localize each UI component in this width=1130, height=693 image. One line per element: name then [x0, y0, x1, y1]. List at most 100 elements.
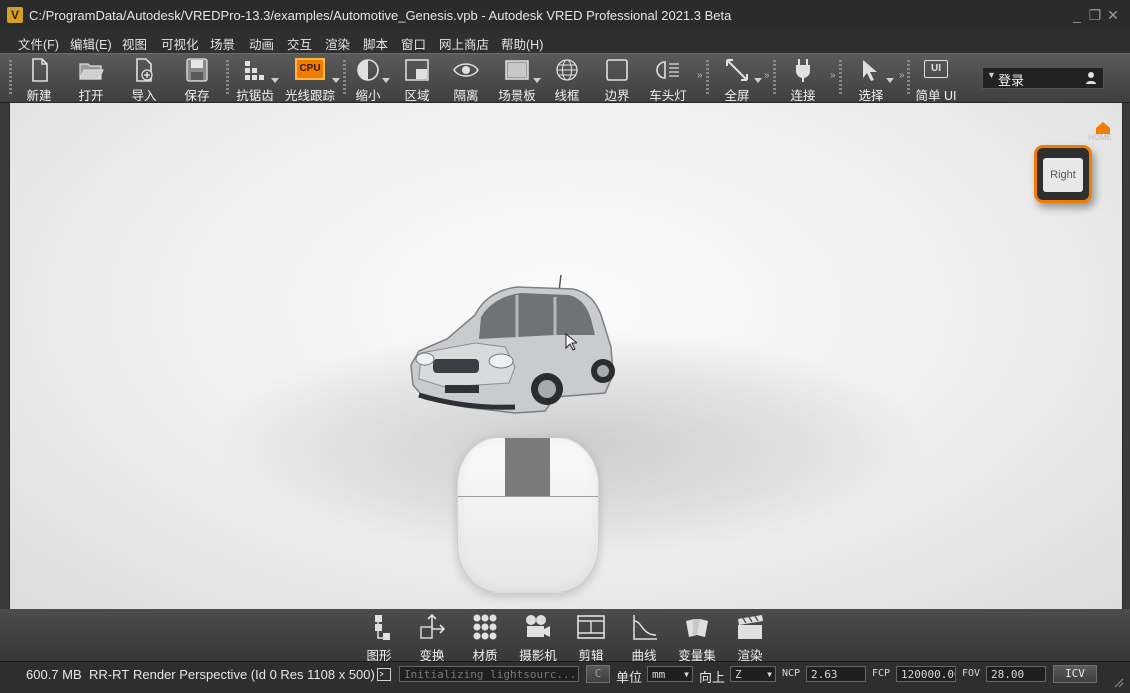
- toolbar-overflow-icon[interactable]: »: [764, 70, 770, 81]
- menu-scene[interactable]: 场景: [210, 34, 235, 53]
- boundary-icon: [606, 59, 628, 81]
- new-file-icon: [32, 58, 48, 82]
- mouse-navigation-hint-icon: [457, 437, 599, 593]
- antialias-button[interactable]: 抗锯齿: [234, 56, 279, 103]
- wireframe-sphere-icon: [556, 59, 578, 81]
- toolbar-grip[interactable]: [839, 60, 842, 94]
- menu-window[interactable]: 窗口: [401, 34, 426, 53]
- eye-icon: [453, 63, 479, 77]
- up-axis-label: 向上: [699, 670, 726, 685]
- sceneplate-icon: [505, 60, 529, 80]
- cpu-chip-icon: CPU: [295, 58, 325, 80]
- window-title: C:/ProgramData/Autodesk/VREDPro-13.3/exa…: [29, 8, 732, 23]
- minimize-button[interactable]: _: [1069, 7, 1085, 23]
- simple-ui-button[interactable]: UI 简单 UI: [914, 56, 958, 103]
- select-button[interactable]: 选择: [848, 56, 894, 103]
- menu-visualization[interactable]: 可视化: [161, 34, 199, 53]
- fov-label: FOV: [962, 668, 981, 679]
- region-button[interactable]: 区域: [396, 56, 438, 103]
- chevron-down-icon[interactable]: [886, 78, 894, 83]
- chevron-down-icon[interactable]: [332, 78, 340, 83]
- menu-edit[interactable]: 编辑(E): [70, 34, 112, 53]
- menu-bar: 文件(F) 编辑(E) 视图 可视化 场景 动画 交互 渲染 脚本 窗口 网上商…: [0, 31, 1130, 53]
- clips-button[interactable]: 剪辑: [569, 611, 613, 663]
- scenegraph-icon: [375, 615, 390, 640]
- materials-button[interactable]: 材质: [463, 611, 507, 663]
- menu-view[interactable]: 视图: [122, 34, 147, 53]
- connect-button[interactable]: 连接: [782, 56, 824, 103]
- curve-graph-icon: [633, 615, 657, 640]
- isolate-button[interactable]: 隔离: [445, 56, 487, 103]
- toolbar-overflow-icon[interactable]: »: [830, 70, 836, 81]
- render-info: Render Perspective (Id 0 Res 1108 x 500): [133, 667, 375, 682]
- save-button[interactable]: 保存: [176, 56, 218, 103]
- import-button[interactable]: 导入: [123, 56, 165, 103]
- boundary-button[interactable]: 边界: [596, 56, 638, 103]
- terminal-icon[interactable]: [377, 668, 391, 681]
- chevron-down-icon[interactable]: [271, 78, 279, 83]
- chevron-down-icon[interactable]: [754, 78, 762, 83]
- up-axis-select[interactable]: Z ▼: [730, 666, 776, 682]
- transform-button[interactable]: 变换: [410, 611, 454, 663]
- new-button[interactable]: 新建: [18, 56, 60, 103]
- login-label: 登录: [998, 73, 1025, 88]
- car-model[interactable]: [405, 275, 625, 437]
- menu-file[interactable]: 文件(F): [18, 34, 59, 53]
- menu-script[interactable]: 脚本: [363, 34, 388, 53]
- resize-grip-icon[interactable]: [1112, 676, 1124, 688]
- headlight-button[interactable]: 车头灯: [645, 56, 691, 103]
- fcp-input[interactable]: 120000.00: [896, 666, 956, 682]
- graph-button[interactable]: 图形: [357, 611, 401, 663]
- open-button[interactable]: 打开: [70, 56, 112, 103]
- toolbar-overflow-icon[interactable]: »: [899, 70, 905, 81]
- unit-select[interactable]: mm ▼: [647, 666, 693, 682]
- restore-button[interactable]: ❐: [1087, 7, 1103, 23]
- c-button[interactable]: C: [586, 665, 610, 683]
- camera-icon: [526, 615, 550, 637]
- ui-icon: UI: [924, 60, 948, 78]
- mouse-button-divider: [458, 496, 598, 497]
- toolbar-grip[interactable]: [343, 60, 346, 94]
- menu-render[interactable]: 渲染: [325, 34, 350, 53]
- wireframe-button[interactable]: 线框: [546, 56, 588, 103]
- home-button[interactable]: HOME: [1088, 121, 1118, 143]
- toolbar-grip[interactable]: [9, 60, 12, 94]
- menu-animation[interactable]: 动画: [249, 34, 274, 53]
- module-toolbar: 图形 变换 材质 摄影机 剪辑 曲线 变量集 渲染: [0, 609, 1130, 663]
- clapperboard-icon: [738, 615, 763, 639]
- home-label: HOME: [1088, 133, 1112, 142]
- render-viewport[interactable]: HOME Right: [9, 102, 1123, 610]
- cube-face-right[interactable]: Right: [1043, 158, 1083, 192]
- fullscreen-button[interactable]: 全屏: [714, 56, 762, 103]
- menu-web-store[interactable]: 网上商店: [439, 34, 489, 53]
- variant-sets-button[interactable]: 变量集: [675, 611, 719, 663]
- save-disk-icon: [186, 58, 208, 82]
- raytracing-button[interactable]: CPU 光线跟踪: [284, 56, 340, 103]
- render-button[interactable]: 渲染: [728, 611, 772, 663]
- menu-interaction[interactable]: 交互: [287, 34, 312, 53]
- toolbar-grip[interactable]: [226, 60, 229, 94]
- chevron-down-icon[interactable]: [533, 78, 541, 83]
- import-file-icon: [136, 58, 153, 82]
- fov-input[interactable]: 28.00: [986, 666, 1046, 682]
- zoom-half-circle-icon: [357, 59, 379, 81]
- toolbar-grip[interactable]: [773, 60, 776, 94]
- memory-usage: 600.7 MB: [26, 667, 82, 682]
- ncp-input[interactable]: 2.63: [806, 666, 866, 682]
- camera-button[interactable]: 摄影机: [516, 611, 560, 663]
- toolbar-grip[interactable]: [907, 60, 910, 94]
- toolbar-grip[interactable]: [706, 60, 709, 94]
- menu-help[interactable]: 帮助(H): [501, 34, 543, 53]
- plug-icon: [796, 59, 810, 82]
- sceneplate-button[interactable]: 场景板: [495, 56, 541, 103]
- zoom-button[interactable]: 缩小: [347, 56, 390, 103]
- login-dropdown[interactable]: ▼ 登录: [982, 67, 1104, 89]
- toolbar-overflow-icon[interactable]: »: [697, 70, 703, 81]
- headlight-icon: [656, 61, 679, 79]
- chevron-down-icon[interactable]: [382, 78, 390, 83]
- icv-button[interactable]: ICV: [1053, 665, 1097, 683]
- navigation-cube[interactable]: Right: [1034, 145, 1092, 203]
- close-button[interactable]: ✕: [1105, 7, 1121, 23]
- filmstrip-icon: [577, 615, 605, 639]
- curves-button[interactable]: 曲线: [622, 611, 666, 663]
